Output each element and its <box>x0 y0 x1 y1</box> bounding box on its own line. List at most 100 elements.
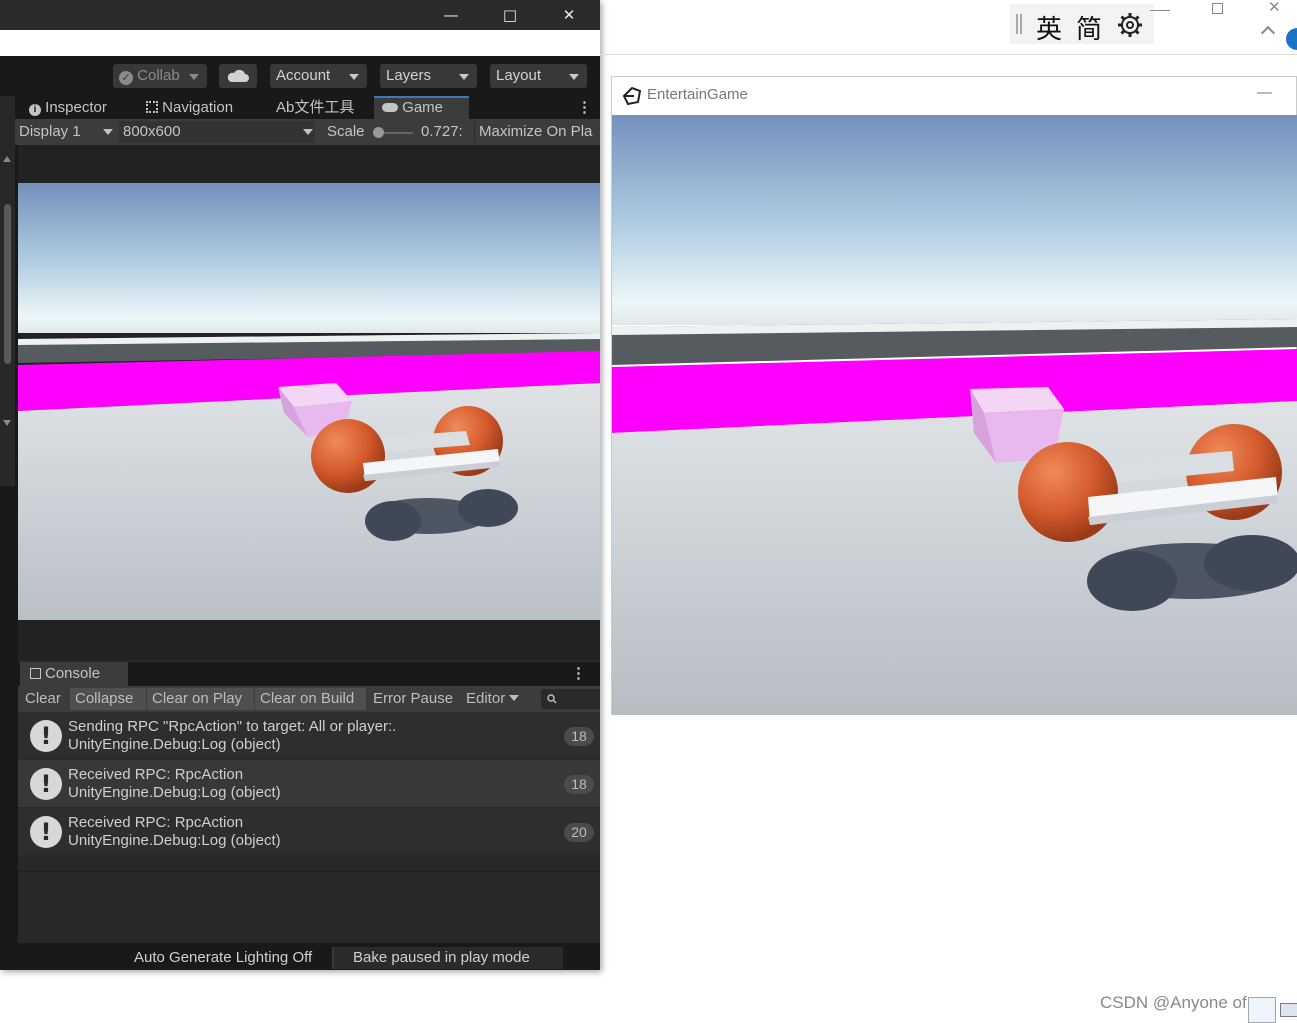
scale-value: 0.727: <box>421 123 463 140</box>
game-window-title: EntertainGame <box>647 86 748 103</box>
drag-handle[interactable] <box>1016 14 1022 34</box>
log-count-badge: 20 <box>564 823 594 842</box>
game-view-render[interactable] <box>18 183 600 620</box>
console-panel: Console ⋮ Clear Collapse Clear on Play C… <box>18 660 600 943</box>
panel-tabbar: i Inspector Navigation Ab文件工具 Game ⋮ <box>15 96 600 119</box>
cloud-button[interactable] <box>219 64 257 88</box>
bg-restore-icon[interactable] <box>1212 3 1223 14</box>
console-divider <box>18 871 600 872</box>
layout-dropdown[interactable]: Layout <box>490 64 587 88</box>
editor-label: Editor <box>466 690 506 707</box>
unity-editor-window: — □ ✕ ✓ Collab Account Layers Layout i I… <box>0 0 600 970</box>
bake-status[interactable]: Bake paused in play mode <box>332 947 563 969</box>
ime-toolbar: 英 简 <box>1010 4 1154 46</box>
tab-game[interactable]: Game <box>374 96 469 119</box>
status-bar: Auto Generate Lighting Off Bake paused i… <box>0 943 600 970</box>
chevron-up-icon[interactable] <box>1260 25 1276 41</box>
close-icon[interactable]: ✕ <box>540 0 598 30</box>
info-icon: i <box>29 104 41 116</box>
log-stack: UnityEngine.Debug:Log (object) <box>68 736 281 753</box>
info-message-icon: ! <box>30 816 62 848</box>
log-entry[interactable]: ! Sending RPC "RpcAction" to target: All… <box>18 712 600 759</box>
ime-mode-toggle[interactable]: 英 <box>1036 9 1062 46</box>
console-tab-label: Console <box>45 665 101 682</box>
maximize-on-play-toggle[interactable]: Maximize On Pla <box>474 121 600 143</box>
gamepad-icon <box>382 103 398 112</box>
gear-icon[interactable] <box>1116 11 1144 39</box>
layout-label: Layout <box>496 67 542 84</box>
tray-icon[interactable] <box>1248 997 1276 1023</box>
tab-inspector[interactable]: i Inspector <box>29 96 139 119</box>
lighting-status[interactable]: Auto Generate Lighting Off <box>134 947 312 969</box>
log-stack: UnityEngine.Debug:Log (object) <box>68 784 281 801</box>
clear-button[interactable]: Clear <box>20 688 70 710</box>
unity-logo-icon <box>622 86 642 106</box>
scale-slider-thumb[interactable] <box>373 127 384 138</box>
collab-button[interactable]: ✓ Collab <box>113 64 207 88</box>
scale-slider[interactable] <box>373 127 413 138</box>
bg-divider <box>600 54 1297 55</box>
display-dropdown[interactable]: Display 1 <box>19 121 115 143</box>
tab-ab-tool[interactable]: Ab文件工具 <box>276 96 366 119</box>
console-tabrow: Console ⋮ <box>18 662 600 686</box>
panel-menu-icon[interactable]: ⋮ <box>577 96 592 119</box>
chevron-down-icon <box>103 129 113 135</box>
minimize-icon[interactable]: — <box>1257 84 1272 101</box>
left-scrollbar[interactable] <box>0 96 15 486</box>
info-message-icon: ! <box>30 768 62 800</box>
chevron-down-icon <box>509 695 520 701</box>
tray-icon[interactable] <box>1280 1003 1297 1017</box>
editor-titlebar: — □ ✕ <box>0 0 600 30</box>
bg-minimize-icon[interactable] <box>1150 0 1170 11</box>
display-label: Display 1 <box>19 123 81 140</box>
log-stack: UnityEngine.Debug:Log (object) <box>68 832 281 849</box>
info-message-icon: ! <box>30 720 62 752</box>
console-toolbar: Clear Collapse Clear on Play Clear on Bu… <box>18 686 600 712</box>
game-view-toolbar: Display 1 800x600 Scale 0.727: Maximize … <box>15 119 600 145</box>
scroll-down-icon[interactable] <box>3 420 11 426</box>
cloud-icon <box>227 69 249 82</box>
collapse-toggle[interactable]: Collapse <box>70 688 146 710</box>
tab-navigation-label: Navigation <box>162 99 234 116</box>
tab-inspector-label: Inspector <box>45 99 107 116</box>
minimize-icon[interactable]: — <box>422 0 480 30</box>
clear-on-play-toggle[interactable]: Clear on Play <box>147 688 254 710</box>
tab-console[interactable]: Console <box>20 662 128 686</box>
log-message: Sending RPC "RpcAction" to target: All o… <box>68 718 397 735</box>
scroll-up-icon[interactable] <box>3 156 11 162</box>
game-view-panel <box>18 145 600 660</box>
console-menu-icon[interactable]: ⋮ <box>571 662 586 686</box>
maximize-icon[interactable]: □ <box>481 0 539 30</box>
account-dropdown[interactable]: Account <box>270 64 367 88</box>
search-icon <box>547 694 557 704</box>
console-icon <box>30 668 41 679</box>
console-search-input[interactable] <box>541 689 600 709</box>
game-window-render[interactable] <box>612 115 1297 715</box>
tab-ab-tool-label: Ab文件工具 <box>276 99 355 116</box>
check-circle-icon: ✓ <box>119 71 133 85</box>
log-entry[interactable]: ! Received RPC: RpcAction UnityEngine.De… <box>18 808 600 855</box>
log-message: Received RPC: RpcAction <box>68 814 244 831</box>
main-toolbar: ✓ Collab Account Layers Layout <box>0 56 600 96</box>
ime-script-toggle[interactable]: 简 <box>1076 9 1102 46</box>
help-icon[interactable] <box>1286 28 1297 50</box>
editor-dropdown[interactable]: Editor <box>461 688 525 710</box>
watermark: CSDN @Anyone of us <box>1100 993 1270 1012</box>
scroll-thumb[interactable] <box>4 204 11 364</box>
chevron-down-icon <box>303 129 313 135</box>
resolution-label: 800x600 <box>123 123 181 140</box>
bg-close-icon[interactable]: ✕ <box>1268 0 1281 16</box>
scale-label: Scale <box>327 123 365 140</box>
menu-bar <box>0 30 600 56</box>
log-entry[interactable]: ! Received RPC: RpcAction UnityEngine.De… <box>18 760 600 807</box>
navigation-icon <box>146 101 158 113</box>
account-label: Account <box>276 67 331 84</box>
layers-dropdown[interactable]: Layers <box>380 64 477 88</box>
log-count-badge: 18 <box>564 775 594 794</box>
error-pause-toggle[interactable]: Error Pause <box>368 688 460 710</box>
clear-on-build-toggle[interactable]: Clear on Build <box>255 688 366 710</box>
layers-label: Layers <box>386 67 432 84</box>
log-count-badge: 18 <box>564 727 594 746</box>
tab-navigation[interactable]: Navigation <box>146 96 261 119</box>
resolution-dropdown[interactable]: 800x600 <box>119 121 315 143</box>
